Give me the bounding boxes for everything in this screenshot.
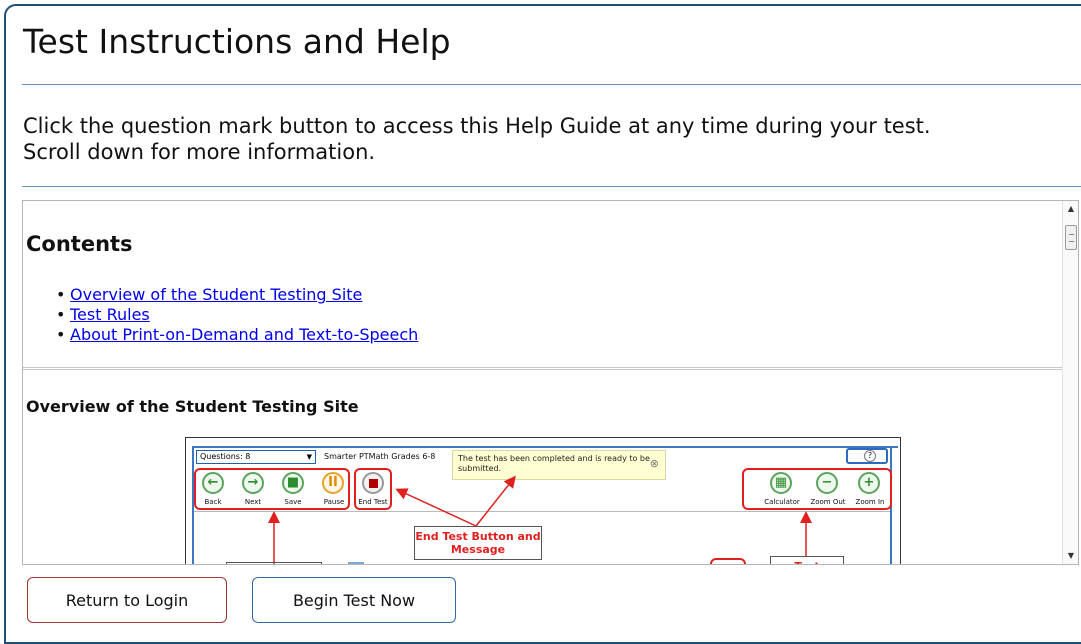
intro-line-1: Click the question mark button to access… (23, 114, 931, 138)
secondary-highlight (710, 558, 746, 564)
link-overview[interactable]: Overview of the Student Testing Site (70, 285, 362, 304)
return-to-login-button[interactable]: Return to Login (27, 577, 227, 623)
intro-divider (22, 186, 1081, 187)
title-divider (22, 84, 1081, 85)
help-scrollbar[interactable]: ▲ ▼ (1062, 201, 1078, 564)
end-test-callout: End Test Button and Message (414, 526, 542, 560)
link-test-rules[interactable]: Test Rules (70, 305, 150, 324)
list-item: Test Rules (56, 305, 418, 325)
section-divider (23, 367, 1063, 370)
intro-text: Click the question mark button to access… (23, 113, 1081, 165)
testing-site-screenshot-figure: Questions: 8 ▼ Smarter PTMath Grades 6-8… (185, 437, 901, 564)
intro-line-2: Scroll down for more information. (23, 140, 376, 164)
test-callout: Test (770, 556, 844, 564)
figure-marker (348, 562, 364, 564)
section-heading: Overview of the Student Testing Site (26, 397, 359, 416)
page-title: Test Instructions and Help (23, 22, 451, 61)
scroll-down-icon[interactable]: ▼ (1063, 548, 1078, 564)
help-guide-content: Contents Overview of the Student Testing… (23, 201, 1063, 564)
scroll-thumb[interactable] (1065, 225, 1077, 250)
list-item: Overview of the Student Testing Site (56, 285, 418, 305)
list-item: About Print-on-Demand and Text-to-Speech (56, 325, 418, 345)
callout-arrows (268, 475, 812, 564)
nav-callout-box (226, 562, 322, 564)
contents-heading: Contents (26, 232, 133, 256)
begin-test-button[interactable]: Begin Test Now (252, 577, 456, 623)
scroll-up-icon[interactable]: ▲ (1063, 201, 1078, 217)
link-print-on-demand[interactable]: About Print-on-Demand and Text-to-Speech (70, 325, 418, 344)
contents-list: Overview of the Student Testing Site Tes… (56, 285, 418, 345)
help-guide-frame[interactable]: Contents Overview of the Student Testing… (22, 200, 1079, 565)
